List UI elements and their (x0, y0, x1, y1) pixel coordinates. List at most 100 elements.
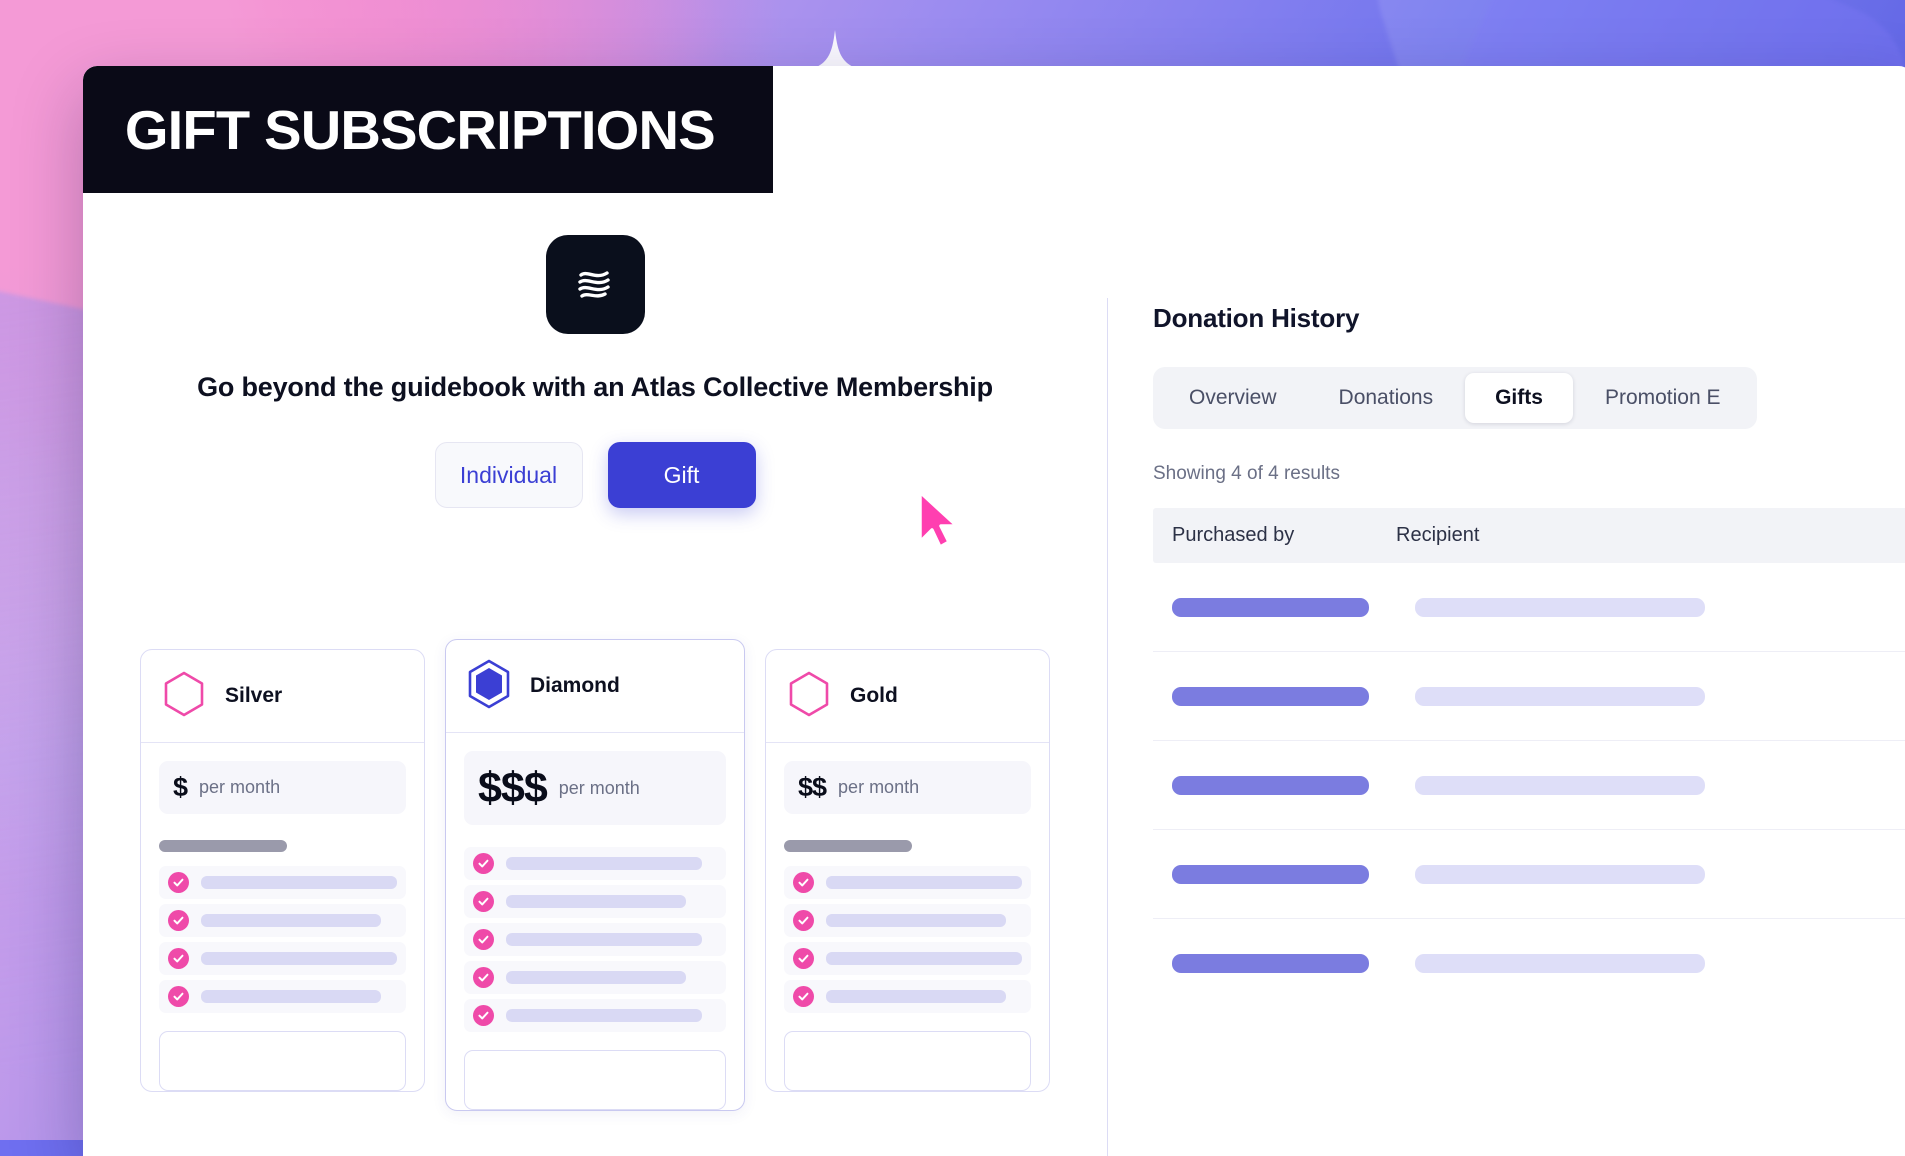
toggle-gift-button[interactable]: Gift (608, 442, 756, 508)
check-circle-icon (168, 986, 189, 1007)
feature-placeholder-bar (826, 952, 1022, 965)
table-row[interactable] (1153, 652, 1905, 741)
table-row[interactable] (1153, 563, 1905, 652)
value-placeholder-bar (1415, 598, 1705, 617)
results-count-label: Showing 4 of 4 results (1153, 463, 1905, 485)
donation-history-pane: Donation History OverviewDonationsGiftsP… (1108, 193, 1905, 1156)
tab-bar: OverviewDonationsGiftsPromotion E (1153, 367, 1757, 429)
value-placeholder-bar (1415, 865, 1705, 884)
plan-cta-placeholder[interactable] (159, 1031, 406, 1091)
feature-placeholder-bar (506, 933, 702, 946)
table-column-header: Purchased by (1153, 524, 1396, 547)
feature-placeholder-bar (201, 990, 381, 1003)
banner-title: GIFT SUBSCRIPTIONS (83, 98, 715, 162)
plan-card-silver[interactable]: Silver $per month (140, 649, 425, 1092)
table-cell-purchased-by (1153, 598, 1396, 617)
feature-placeholder-bar (506, 1009, 702, 1022)
check-circle-icon (168, 948, 189, 969)
plan-body: $per month (141, 743, 424, 1013)
plan-cta-placeholder[interactable] (464, 1050, 726, 1110)
mouse-pointer-icon (916, 490, 962, 550)
plan-feature-row (464, 847, 726, 880)
plan-title-placeholder-bar (159, 840, 287, 852)
atlas-waves-logo-icon (546, 235, 645, 334)
plan-feature-row (784, 980, 1031, 1013)
tab-promotion-e[interactable]: Promotion E (1575, 373, 1751, 423)
plan-cta-placeholder[interactable] (784, 1031, 1031, 1091)
plan-feature-row (464, 961, 726, 994)
check-circle-icon (473, 929, 494, 950)
plan-name: Silver (225, 684, 282, 708)
table-cell-purchased-by (1153, 865, 1396, 884)
check-circle-icon (793, 986, 814, 1007)
plan-card-gold[interactable]: Gold $$ per month (765, 649, 1050, 1092)
page-headline: Go beyond the guidebook with an Atlas Co… (83, 372, 1107, 403)
value-placeholder-bar (1172, 954, 1369, 973)
plan-header: Silver (141, 650, 424, 743)
feature-placeholder-bar (506, 857, 702, 870)
gifts-table: Purchased byRecipient (1153, 508, 1905, 1008)
table-cell-recipient (1396, 776, 1646, 795)
plan-feature-row (159, 980, 406, 1013)
feature-placeholder-bar (506, 895, 686, 908)
table-row[interactable] (1153, 830, 1905, 919)
table-header-row: Purchased byRecipient (1153, 508, 1905, 563)
value-placeholder-bar (1172, 687, 1369, 706)
plan-price-chip: $$$ per month (464, 751, 726, 825)
value-placeholder-bar (1415, 954, 1705, 973)
plan-price-symbols: $$$ (478, 764, 547, 813)
plan-card-list: Silver$per monthDiamond$$$per monthGold$… (83, 649, 1107, 1111)
check-circle-icon (473, 891, 494, 912)
table-cell-recipient (1396, 954, 1646, 973)
value-placeholder-bar (1415, 776, 1705, 795)
plan-feature-row (464, 885, 726, 918)
plan-price-period: per month (838, 777, 919, 798)
feature-placeholder-bar (826, 914, 1006, 927)
plan-price-period: per month (559, 778, 640, 799)
tab-gifts[interactable]: Gifts (1465, 373, 1573, 423)
plan-name: Gold (850, 684, 898, 708)
table-row[interactable] (1153, 919, 1905, 1008)
plan-price-period: per month (199, 777, 280, 798)
tab-donations[interactable]: Donations (1309, 373, 1464, 423)
content-area: Go beyond the guidebook with an Atlas Co… (83, 193, 1905, 1156)
app-window: GIFT SUBSCRIPTIONS Go beyond the guidebo… (83, 66, 1905, 1156)
check-circle-icon (168, 872, 189, 893)
value-placeholder-bar (1172, 776, 1369, 795)
plan-feature-row (784, 866, 1031, 899)
toggle-individual-button[interactable]: Individual (435, 442, 583, 508)
plan-feature-row (784, 942, 1031, 975)
table-row[interactable] (1153, 741, 1905, 830)
plan-card-diamond[interactable]: Diamond $$$ per month (445, 639, 745, 1111)
table-column-header: Recipient (1396, 524, 1646, 547)
hexagon-outline-icon (159, 669, 209, 724)
plan-header: Gold (766, 650, 1049, 743)
check-circle-icon (473, 967, 494, 988)
plan-body: $$$ per month (446, 733, 744, 1032)
value-placeholder-bar (1172, 865, 1369, 884)
plan-feature-row (159, 904, 406, 937)
check-circle-icon (473, 853, 494, 874)
plan-feature-row (464, 999, 726, 1032)
feature-placeholder-bar (506, 971, 686, 984)
plan-price-symbols: $$ (798, 772, 826, 803)
table-body (1153, 563, 1905, 1008)
plan-header: Diamond (446, 640, 744, 733)
tab-overview[interactable]: Overview (1159, 373, 1307, 423)
plan-feature-row (159, 866, 406, 899)
plan-feature-row (159, 942, 406, 975)
banner: GIFT SUBSCRIPTIONS (83, 66, 773, 193)
table-cell-purchased-by (1153, 776, 1396, 795)
check-circle-icon (793, 872, 814, 893)
plan-price-chip: $$ per month (784, 761, 1031, 814)
plan-price-chip: $per month (159, 761, 406, 814)
table-cell-recipient (1396, 687, 1646, 706)
value-placeholder-bar (1172, 598, 1369, 617)
feature-placeholder-bar (201, 952, 397, 965)
table-cell-recipient (1396, 865, 1646, 884)
table-cell-purchased-by (1153, 954, 1396, 973)
check-circle-icon (168, 910, 189, 931)
feature-placeholder-bar (201, 914, 381, 927)
value-placeholder-bar (1415, 687, 1705, 706)
plan-type-toggle: Individual Gift (83, 442, 1107, 508)
